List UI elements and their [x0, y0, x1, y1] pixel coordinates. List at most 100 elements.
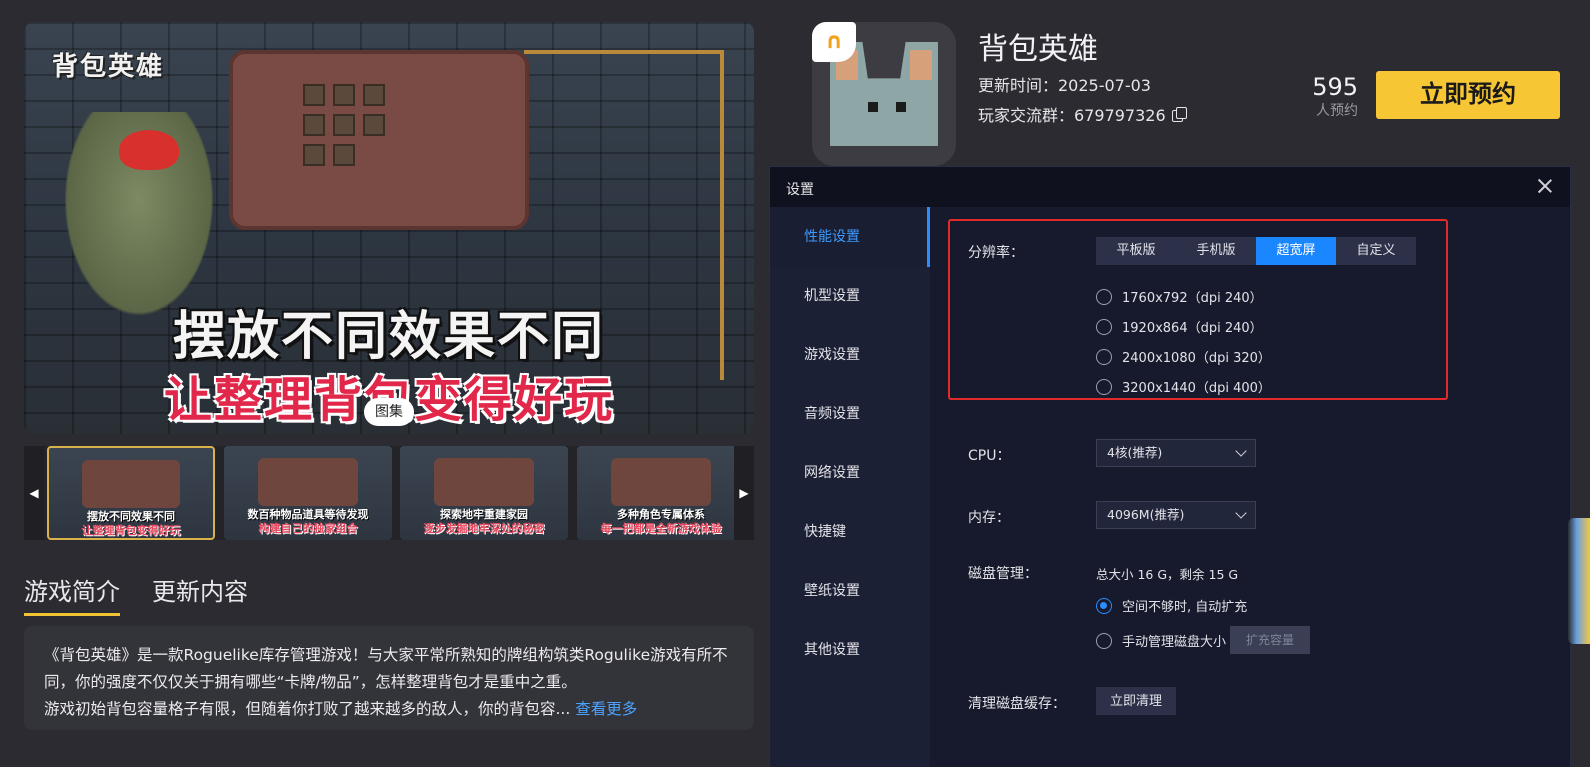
- thumb-caption-2: 每一把都是全新游戏体验: [600, 522, 722, 535]
- settings-nav: 性能设置 机型设置 游戏设置 音频设置 网络设置 快捷键 壁纸设置 其他设置: [770, 207, 930, 767]
- see-more-link[interactable]: 查看更多: [575, 700, 637, 718]
- ear-right: [910, 50, 932, 80]
- nav-device[interactable]: 机型设置: [770, 266, 930, 326]
- board-slot: [363, 114, 385, 136]
- red-bow: [119, 130, 179, 170]
- resolution-option-4[interactable]: 3200x1440（dpi 400）: [1096, 377, 1271, 396]
- reserve-count-label: 人预约: [1316, 103, 1358, 119]
- thumbnail-4[interactable]: 多种角色专属体系 每一把都是全新游戏体验: [577, 446, 745, 540]
- description-line: 《背包英雄》是一款Roguelike库存管理游戏！与大家平常所熟知的牌组构筑类R…: [44, 646, 728, 664]
- resolution-tab-tablet[interactable]: 平板版: [1096, 237, 1176, 265]
- thumb-art: [433, 458, 535, 506]
- cpu-select[interactable]: 4核(推荐): [1096, 439, 1256, 467]
- game-description: 《背包英雄》是一款Roguelike库存管理游戏！与大家平常所熟知的牌组构筑类R…: [24, 626, 754, 730]
- cpu-value: 4核(推荐): [1107, 445, 1163, 460]
- disk-info: 总大小 16 G，剩余 15 G: [1096, 567, 1239, 582]
- disk-auto-option[interactable]: 空间不够时, 自动扩充: [1096, 596, 1247, 615]
- radio-icon[interactable]: [1096, 318, 1112, 335]
- thumb-art: [610, 458, 712, 506]
- board-slot: [333, 144, 355, 166]
- board-slot: [303, 84, 325, 106]
- radio-icon[interactable]: [1096, 288, 1112, 305]
- radio-icon[interactable]: [1096, 597, 1112, 614]
- memory-select[interactable]: 4096M(推荐): [1096, 501, 1256, 529]
- thumb-caption-2: 让整理背包变得好玩: [81, 524, 181, 537]
- resolution-option-1[interactable]: 1760x792（dpi 240）: [1096, 287, 1263, 306]
- content-tabs: 游戏简介 更新内容: [24, 572, 248, 616]
- memory-label: 内存：: [968, 510, 1010, 526]
- thumbnail-2[interactable]: 数百种物品道具等待发现 构建自己的独家组合: [224, 446, 392, 540]
- disk-auto-label: 空间不够时, 自动扩充: [1122, 600, 1248, 615]
- nav-other[interactable]: 其他设置: [770, 620, 930, 680]
- resolution-option-3[interactable]: 2400x1080（dpi 320）: [1096, 347, 1271, 366]
- copy-icon[interactable]: [1171, 107, 1187, 122]
- cache-label: 清理磁盘缓存：: [968, 696, 1066, 712]
- cpu-label: CPU：: [968, 448, 1011, 464]
- radio-icon[interactable]: [1096, 632, 1112, 649]
- nav-performance[interactable]: 性能设置: [770, 207, 930, 267]
- thumb-art: [81, 460, 181, 508]
- game-title: 背包英雄: [978, 32, 1098, 67]
- resolution-option-label: 1920x864（dpi 240）: [1122, 321, 1263, 336]
- thumbnail-1[interactable]: 摆放不同效果不同 让整理背包变得好玩: [47, 446, 215, 540]
- nav-shortcuts[interactable]: 快捷键: [770, 502, 930, 562]
- memory-value: 4096M(推荐): [1107, 507, 1185, 522]
- gallery-button[interactable]: 图集: [364, 398, 414, 426]
- description-line: 同，你的强度不仅仅关于拥有哪些“卡牌/物品”，怎样整理背包才是重中之重。: [44, 673, 577, 691]
- brand-badge-icon: ∩: [812, 22, 856, 62]
- player-group: 玩家交流群：679797326: [978, 102, 1187, 126]
- nav-game[interactable]: 游戏设置: [770, 325, 930, 385]
- expand-capacity-button[interactable]: 扩充容量: [1230, 626, 1310, 654]
- reserve-count: 595 人预约: [1298, 74, 1358, 120]
- tab-intro[interactable]: 游戏简介: [24, 572, 120, 616]
- dialog-title: 设置: [786, 182, 814, 198]
- description-text: 游戏初始背包容量格子有限，但随着你打败了越来越多的敌人，你的背包容...: [44, 700, 571, 718]
- disk-manual-option[interactable]: 手动管理磁盘大小: [1096, 631, 1226, 650]
- reserve-button[interactable]: 立即预约: [1376, 71, 1560, 119]
- close-icon[interactable]: [1536, 177, 1554, 195]
- board-slot: [303, 144, 325, 166]
- resolution-option-label: 2400x1080（dpi 320）: [1122, 351, 1271, 366]
- resolution-option-label: 1760x792（dpi 240）: [1122, 291, 1263, 306]
- thumb-next-icon[interactable]: ▶: [734, 446, 754, 540]
- radio-icon[interactable]: [1096, 348, 1112, 365]
- nav-wallpaper[interactable]: 壁纸设置: [770, 561, 930, 621]
- resolution-tab-ultrawide[interactable]: 超宽屏: [1256, 237, 1336, 265]
- thumb-caption-2: 逐步发掘地牢深处的秘密: [423, 522, 545, 535]
- disk-label: 磁盘管理：: [968, 566, 1038, 582]
- hero-logo: 背包英雄: [52, 52, 165, 82]
- board-slot: [333, 114, 355, 136]
- description-line: 游戏初始背包容量格子有限，但随着你打败了越来越多的敌人，你的背包容... 查看更…: [44, 696, 734, 723]
- update-time: 更新时间：2025-07-03: [978, 76, 1151, 95]
- resolution-option-label: 3200x1440（dpi 400）: [1122, 381, 1271, 396]
- thumb-art: [257, 458, 359, 506]
- nav-audio[interactable]: 音频设置: [770, 384, 930, 444]
- nav-network[interactable]: 网络设置: [770, 443, 930, 503]
- thumbnail-strip: ◀ 摆放不同效果不同 让整理背包变得好玩 数百种物品道具等待发现 构建自己的独家…: [24, 446, 754, 540]
- eye-right: [896, 102, 906, 112]
- hero-caption-1: 摆放不同效果不同: [172, 307, 605, 367]
- tab-updates[interactable]: 更新内容: [152, 572, 248, 616]
- resolution-tab-phone[interactable]: 手机版: [1176, 237, 1256, 265]
- side-banner-peek: [1568, 518, 1590, 644]
- hero-screenshot[interactable]: 背包英雄 摆放不同效果不同 让整理背包变得好玩: [24, 22, 754, 434]
- chevron-down-icon: [1235, 507, 1247, 519]
- player-group-text: 玩家交流群：679797326: [978, 106, 1166, 125]
- resolution-tab-custom[interactable]: 自定义: [1336, 237, 1416, 265]
- radio-icon[interactable]: [1096, 378, 1112, 395]
- thumb-prev-icon[interactable]: ◀: [24, 446, 44, 540]
- inventory-board: [229, 50, 529, 230]
- clear-cache-button[interactable]: 立即清理: [1096, 687, 1176, 715]
- board-slot: [333, 84, 355, 106]
- resolution-tabs: 平板版 手机版 超宽屏 自定义: [1096, 237, 1416, 265]
- thumbnail-3[interactable]: 探索地牢重建家园 逐步发掘地牢深处的秘密: [400, 446, 568, 540]
- resolution-label: 分辨率：: [968, 245, 1024, 261]
- disk-manual-label: 手动管理磁盘大小: [1122, 635, 1227, 650]
- board-slot: [363, 84, 385, 106]
- resolution-option-2[interactable]: 1920x864（dpi 240）: [1096, 317, 1263, 336]
- dialog-header: 设置: [770, 167, 1570, 207]
- thumb-caption-2: 构建自己的独家组合: [258, 522, 358, 535]
- reserve-count-number: 595: [1312, 73, 1358, 101]
- board-slot: [303, 114, 325, 136]
- eye-left: [868, 102, 878, 112]
